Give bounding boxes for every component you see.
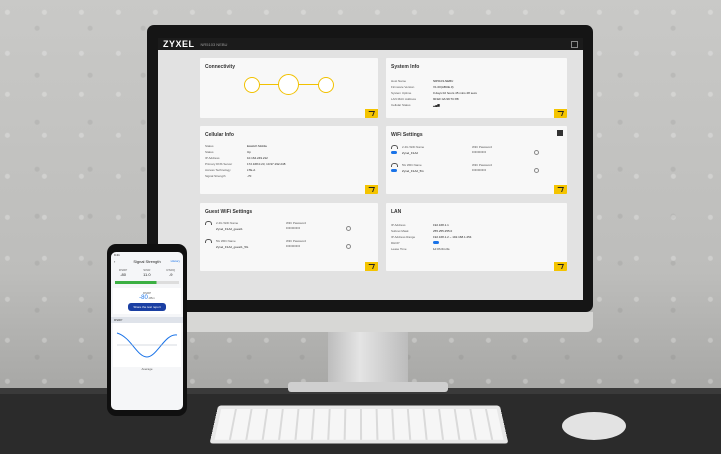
smartphone: 9:41 ‹ Signal Strength History RSRP -80 S…	[107, 244, 187, 416]
info-row: Status Eswitch Mobile	[205, 144, 268, 148]
info-row: Firmware Version V1.00(ABUE.0)	[391, 85, 454, 89]
info-row: Status Up	[205, 150, 251, 154]
stat-sinr: SINR 11.0	[143, 268, 151, 277]
card-title: Cellular Info	[205, 132, 234, 138]
show-password-icon[interactable]	[534, 150, 539, 155]
show-password-icon[interactable]	[346, 226, 351, 231]
info-row: System Uptime 0 days 02 hours 45 mins 28 …	[391, 91, 477, 95]
card-arrow-icon[interactable]	[554, 185, 567, 194]
show-password-icon[interactable]	[346, 244, 351, 249]
card-arrow-icon[interactable]	[554, 262, 567, 271]
wifi-name-label: 2.4G WiFi Name	[216, 221, 239, 225]
dashboard-grid: Connectivity System Info Host Name NR5103…	[200, 58, 575, 294]
main-value: -80	[139, 295, 148, 301]
keyboard	[209, 405, 509, 444]
phone-title-bar: ‹ Signal Strength History	[111, 259, 183, 264]
mouse	[562, 412, 626, 440]
back-icon[interactable]: ‹	[114, 259, 115, 264]
signal-icon: ▂▄▆	[433, 103, 440, 107]
wifi-password: ••••••••••	[286, 243, 301, 248]
dhcp-toggle[interactable]	[433, 241, 439, 244]
wifi-password: ••••••••••	[472, 149, 487, 154]
info-row: IP Address 10.164.249.212	[205, 156, 268, 160]
info-row: Access Technology LTE-A	[205, 168, 256, 172]
monitor-stand	[328, 332, 408, 386]
wifi-icon	[205, 221, 212, 225]
wifi-icon	[205, 239, 212, 243]
monitor-foot	[288, 382, 448, 392]
wifi-password: ••••••••••	[472, 167, 487, 172]
wifi-5g-toggle[interactable]	[391, 169, 397, 172]
card-title: Guest WiFi Settings	[205, 209, 253, 215]
menu-icon[interactable]	[571, 40, 578, 48]
signal-stats: RSRP -80 SINR 11.0 RSRQ -9	[111, 268, 183, 277]
phone-screen: 9:41 ‹ Signal Strength History RSRP -80 S…	[111, 252, 183, 410]
phone-title: Signal Strength	[133, 259, 161, 264]
wifi-name: Zyxel_F1A2	[402, 151, 419, 155]
wifi-password: ••••••••••	[286, 225, 301, 230]
brand-logo: ZYXEL	[163, 39, 195, 49]
system-info-card: System Info Host Name NR5103-NEBU Firmwar…	[386, 58, 567, 118]
card-arrow-icon[interactable]	[365, 185, 378, 194]
card-title: WiFi Settings	[391, 132, 423, 138]
cellular-info-card: Cellular Info Status Eswitch Mobile Statu…	[200, 126, 378, 194]
card-title: Connectivity	[205, 64, 236, 70]
signal-bar	[115, 281, 179, 284]
info-row: DHCP	[391, 241, 400, 245]
client-device-icon[interactable]	[318, 77, 334, 93]
info-row: Cellular Status ▂▄▆	[391, 103, 440, 107]
info-row: Lease Time 1d 0h 0m 0s	[391, 247, 450, 251]
internet-icon[interactable]	[244, 77, 260, 93]
main-unit: dBm	[148, 296, 155, 300]
info-row: IP Address Range 192.168.1.2 ~ 192.168.1.…	[391, 235, 472, 239]
wifi-24g-toggle[interactable]	[391, 151, 397, 154]
card-arrow-icon[interactable]	[365, 262, 378, 271]
show-password-icon[interactable]	[534, 168, 539, 173]
history-link[interactable]: History	[171, 259, 180, 263]
info-row: Signal Strength -70	[205, 174, 252, 178]
stat-rsrp: RSRP -80	[118, 268, 128, 277]
guest-wifi-card: Guest WiFi Settings 2.4G WiFi Name Zyxel…	[200, 203, 378, 271]
card-title: System Info	[391, 64, 420, 70]
card-arrow-icon[interactable]	[365, 109, 378, 118]
wifi-icon	[391, 145, 398, 149]
info-row: Host Name NR5103-NEBU	[391, 79, 454, 83]
info-row: LAN MAC Address 90:EF:4A:99:7C:88	[391, 97, 459, 101]
wifi-icon	[391, 163, 398, 167]
wifi-settings-card: WiFi Settings 2.4G WiFi Name Zyxel_F1A2 …	[386, 126, 567, 194]
stat-rsrq: RSRQ -9	[166, 268, 176, 277]
chart-legend: Average	[141, 367, 153, 371]
wifi-name: Zyxel_F1A2_5G	[402, 169, 424, 173]
wifi-name-label: 2.4G WiFi Name	[402, 145, 425, 149]
lan-card: LAN IP Address 192.168.1.1 Subnet Mask 255…	[386, 203, 567, 271]
info-row: Primary DNS Server 172.168.0.23, 10.97.19…	[205, 162, 286, 166]
wifi-name: Zyxel_F1A2_guest1	[216, 227, 243, 231]
wifi-name-label: 5G WiFi Name	[216, 239, 236, 243]
qr-code-icon[interactable]	[557, 130, 563, 136]
info-row: IP Address 192.168.1.1	[391, 223, 449, 227]
wifi-name-label: 5G WiFi Name	[402, 163, 422, 167]
top-bar: ZYXEL NR5103 NEBU	[158, 38, 583, 50]
monitor-chin	[147, 312, 593, 332]
wifi-name: Zyxel_F1A2_guest1_5G	[216, 245, 249, 249]
monitor-screen: ZYXEL NR5103 NEBU Connectivity System In…	[158, 38, 583, 300]
card-arrow-icon[interactable]	[554, 109, 567, 118]
signal-main-panel: RSRP -80 dBm Share the test report	[113, 288, 181, 314]
connectivity-card: Connectivity	[200, 58, 378, 118]
signal-chart-svg	[116, 332, 178, 358]
phone-status-time: 9:41	[114, 253, 120, 257]
info-row: Subnet Mask 255.255.255.0	[391, 229, 453, 233]
device-model: NR5103 NEBU	[200, 41, 228, 47]
signal-chart	[113, 323, 181, 367]
router-icon[interactable]	[278, 74, 299, 95]
share-report-button[interactable]: Share the test report	[128, 303, 166, 311]
card-title: LAN	[391, 209, 402, 215]
